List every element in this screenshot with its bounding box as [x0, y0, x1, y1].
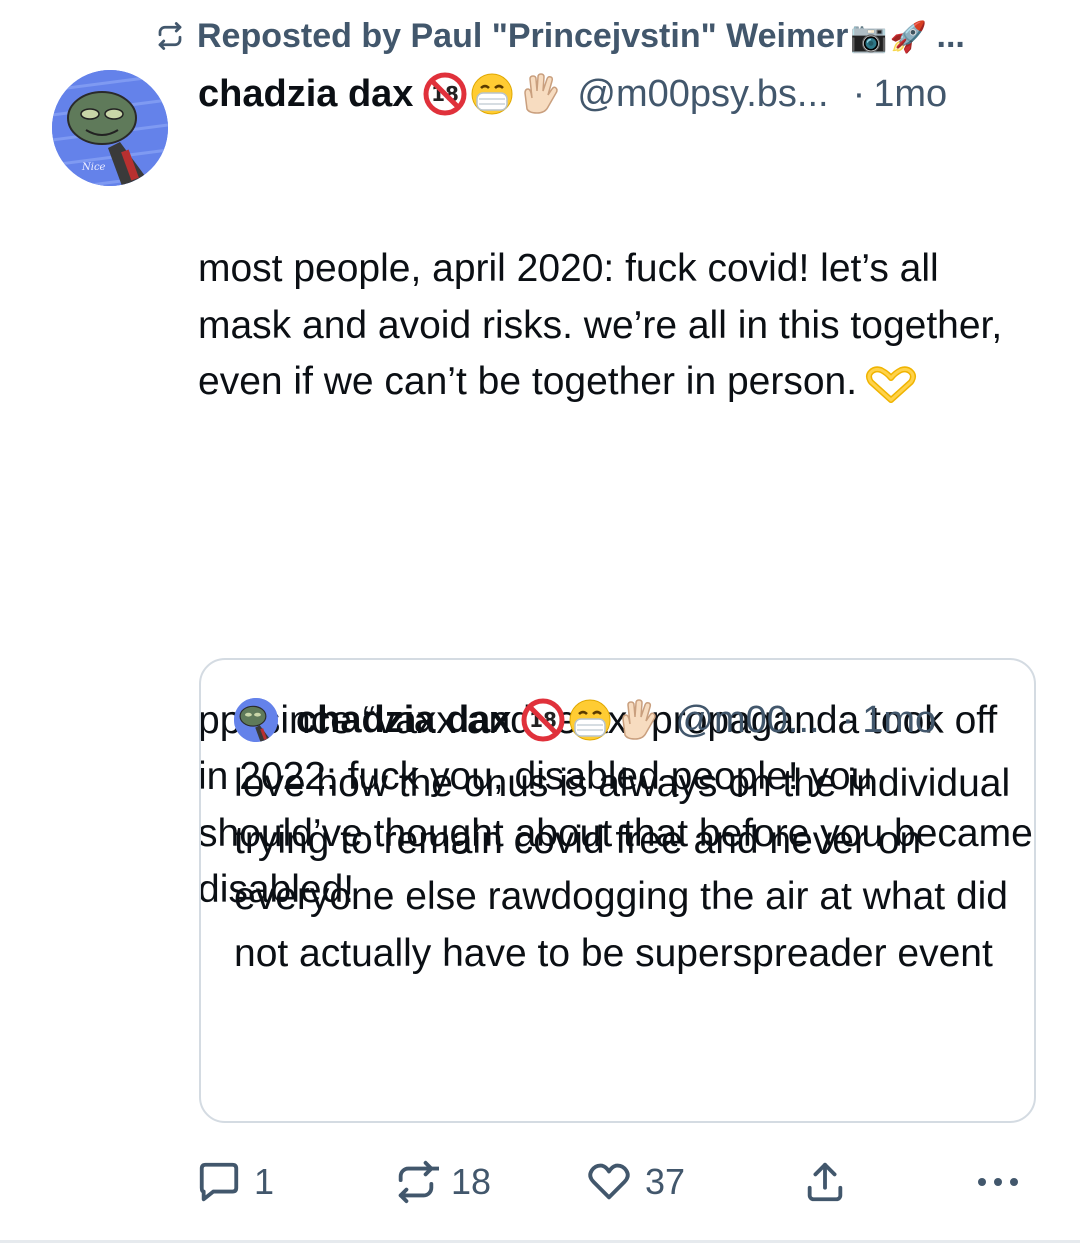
camera-emoji: 📷: [850, 20, 888, 54]
reply-count: 1: [254, 1161, 275, 1202]
repost-button[interactable]: 18: [393, 1150, 491, 1214]
quoted-separator-dot: ·: [841, 698, 855, 741]
heart-icon: [588, 1163, 630, 1200]
no-under-18-icon: 18: [521, 698, 565, 742]
repost-ellipsis: ...: [927, 16, 965, 55]
reply-button[interactable]: 1: [196, 1150, 274, 1214]
author-handle[interactable]: @m00psy.bs...: [577, 73, 828, 116]
no-under-18-icon: 18: [423, 72, 467, 116]
quoted-post-body: love how the onus is always on the indiv…: [234, 762, 1021, 975]
like-count: 37: [645, 1161, 686, 1202]
quoted-name-emoji-badges: 18: [521, 697, 661, 743]
quoted-post-timestamp[interactable]: 1mo: [862, 699, 936, 742]
more-dots-icon: [978, 1178, 1018, 1186]
medical-mask-emoji: [471, 73, 513, 115]
repost-attribution[interactable]: Reposted by Paul "Princejvstin" Weimer📷🚀…: [155, 14, 1035, 58]
author-display-name[interactable]: chadzia dax: [198, 73, 413, 116]
rocket-emoji: 🚀: [889, 20, 928, 54]
heart-hands-emoji: [866, 366, 917, 403]
reply-icon: [199, 1162, 239, 1202]
repost-count: 18: [451, 1161, 492, 1202]
more-options-button[interactable]: [974, 1150, 1022, 1214]
avatar-image: Nice: [52, 70, 168, 186]
post-paragraph-1: most people, april 2020: fuck covid! let…: [198, 241, 1038, 411]
share-icon: [807, 1162, 843, 1202]
repost-prefix: Reposted by: [197, 16, 411, 55]
post-header: chadzia dax 18 @m00psy.bs... · 1mo: [198, 66, 1038, 122]
separator-dot: ·: [852, 72, 866, 115]
post-timestamp[interactable]: 1mo: [873, 73, 947, 116]
quoted-author-avatar[interactable]: [234, 698, 278, 742]
quoted-post-card[interactable]: chadzia dax 18 @m00... · 1mo love how th…: [199, 658, 1036, 1123]
name-emoji-badges: 18: [423, 71, 563, 117]
post-divider: [0, 1240, 1080, 1243]
svg-text:Nice: Nice: [81, 162, 106, 173]
quoted-avatar-image: [234, 698, 278, 742]
vulcan-salute-emoji: [524, 73, 559, 114]
like-button[interactable]: 37: [585, 1150, 685, 1214]
repost-icon: [398, 1160, 439, 1204]
quoted-post-header: chadzia dax 18 @m00... · 1mo: [234, 692, 1014, 748]
reposter-name[interactable]: Paul "Princejvstin" Weimer: [410, 17, 848, 55]
share-button[interactable]: [802, 1150, 848, 1214]
medical-mask-emoji: [569, 699, 611, 741]
author-avatar[interactable]: Nice: [52, 70, 168, 186]
repost-icon: [158, 22, 182, 50]
post-action-bar: 1 18 37: [0, 1150, 1080, 1214]
vulcan-salute-emoji: [622, 699, 657, 740]
quoted-author-handle[interactable]: @m00...: [675, 699, 819, 742]
quoted-author-display-name[interactable]: chadzia dax: [296, 699, 511, 742]
